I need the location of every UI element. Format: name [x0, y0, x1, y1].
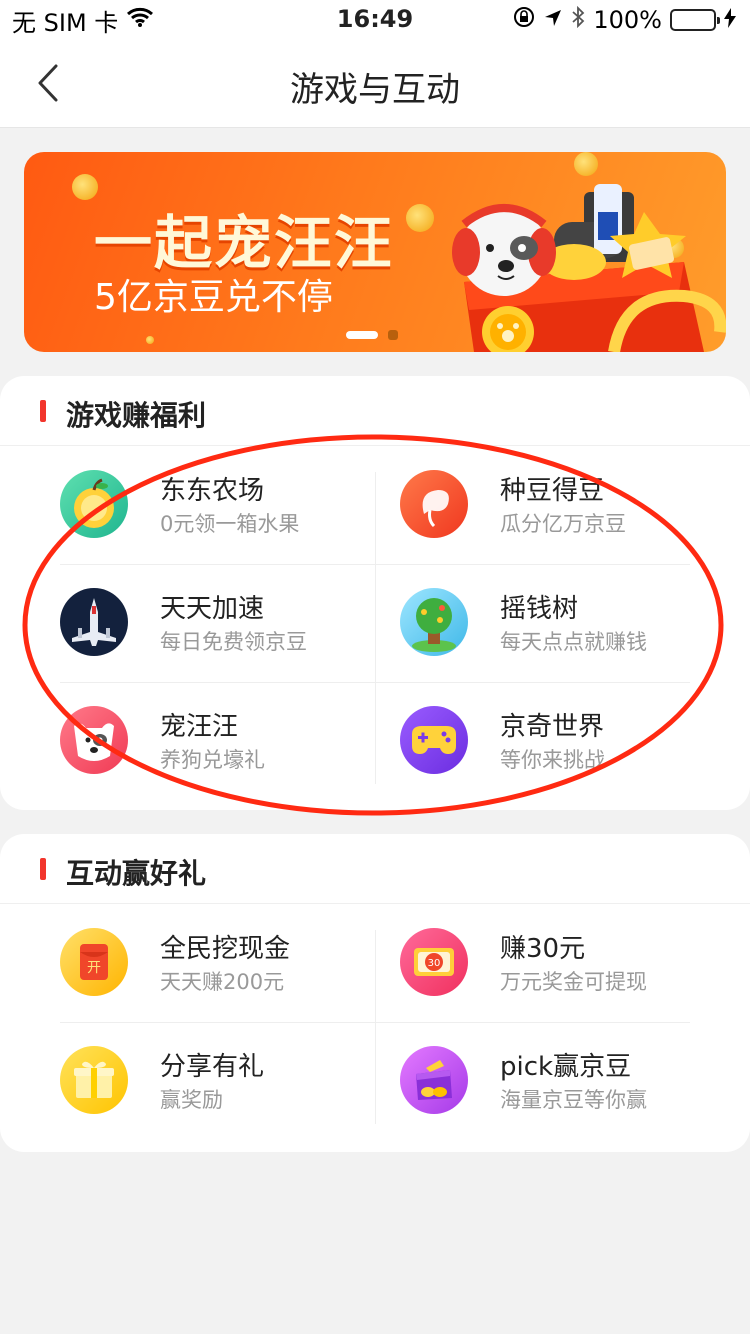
section-title: 游戏赚福利 [66, 399, 207, 432]
section-header: 游戏赚福利 [0, 376, 750, 446]
banner-subtitle: 5亿京豆兑不停 [94, 277, 333, 318]
section-header: 互动赢好礼 [0, 834, 750, 904]
game-item-farm[interactable]: 东东农场 0元领一箱水果 [60, 446, 375, 564]
interact-name: 分享有礼 [160, 1052, 265, 1082]
game-name: 京奇世界 [500, 712, 605, 742]
section-accent-bar [40, 400, 46, 422]
games-grid: 东东农场 0元领一箱水果 种豆得豆 瓜分亿万京豆 天天加速 每日免费领京豆 摇钱… [60, 446, 690, 800]
interact-name: pick赢京豆 [500, 1052, 632, 1082]
games-section: 游戏赚福利 东东农场 0元领一箱水果 种豆得豆 瓜分亿万京豆 天天加速 每日免费… [0, 376, 750, 810]
bluetooth-icon [571, 5, 585, 35]
gamepad-icon [400, 706, 468, 774]
coin-decoration [406, 204, 434, 232]
pagination-dot-active[interactable] [346, 331, 378, 339]
game-desc: 等你来挑战 [500, 748, 605, 772]
interact-item-pick[interactable]: pick赢京豆 海量京豆等你赢 [400, 1022, 715, 1140]
gift-icon [60, 1046, 128, 1114]
status-bar: 无 SIM 卡 100% [0, 0, 750, 40]
coupon-badge: 30 [428, 958, 441, 969]
interact-desc: 天天赚200元 [160, 970, 285, 994]
game-name: 摇钱树 [500, 594, 579, 624]
game-item-money-tree[interactable]: 摇钱树 每天点点就赚钱 [400, 564, 715, 682]
game-item-dog[interactable]: 宠汪汪 养狗兑壕礼 [60, 682, 375, 800]
charging-icon [724, 6, 736, 34]
game-name: 天天加速 [160, 594, 265, 624]
carrier-label: 无 SIM 卡 [12, 8, 119, 37]
wifi-icon [126, 6, 154, 34]
apple-icon [60, 470, 128, 538]
envelope-badge: 开 [87, 960, 101, 976]
battery-icon [670, 9, 720, 31]
chevron-left-icon [38, 64, 58, 102]
back-button[interactable] [26, 58, 76, 108]
promo-banner[interactable]: 一起宠汪汪 5亿京豆兑不停 [24, 152, 726, 352]
coupon-icon: 30 [400, 928, 468, 996]
plane-icon [60, 588, 128, 656]
money-tree-icon [400, 588, 468, 656]
grid-divider [375, 930, 376, 1124]
interact-item-share[interactable]: 分享有礼 赢奖励 [60, 1022, 375, 1140]
game-desc: 每日免费领京豆 [160, 630, 307, 654]
section-title: 互动赢好礼 [66, 857, 207, 890]
game-desc: 瓜分亿万京豆 [500, 512, 626, 536]
interact-name: 赚30元 [500, 934, 586, 964]
interact-item-earn30[interactable]: 30 赚30元 万元奖金可提现 [400, 904, 715, 1022]
interact-grid: 开 全民挖现金 天天赚200元 30 赚30元 万元奖金可提现 分享有礼 赢奖励… [60, 904, 690, 1142]
interact-desc: 赢奖励 [160, 1088, 223, 1112]
game-item-speed[interactable]: 天天加速 每日免费领京豆 [60, 564, 375, 682]
interact-section: 互动赢好礼 开 全民挖现金 天天赚200元 30 赚30元 万元奖金可提现 分享… [0, 834, 750, 1152]
game-desc: 0元领一箱水果 [160, 512, 300, 536]
battery-percent: 100% [593, 6, 662, 34]
game-name: 宠汪汪 [160, 712, 239, 742]
game-name: 种豆得豆 [500, 476, 605, 506]
pagination-dot[interactable] [388, 330, 398, 340]
grid-divider [375, 472, 376, 784]
game-desc: 养狗兑壕礼 [160, 748, 265, 772]
dog-icon [60, 706, 128, 774]
section-accent-bar [40, 858, 46, 880]
banner-pagination[interactable] [346, 330, 398, 340]
page-title: 游戏与互动 [290, 70, 460, 110]
interact-desc: 海量京豆等你赢 [500, 1088, 647, 1112]
location-icon [543, 6, 563, 34]
red-envelope-icon: 开 [60, 928, 128, 996]
coin-decoration [146, 336, 154, 344]
game-desc: 每天点点就赚钱 [500, 630, 647, 654]
interact-desc: 万元奖金可提现 [500, 970, 647, 994]
interact-name: 全民挖现金 [160, 934, 291, 964]
game-item-world[interactable]: 京奇世界 等你来挑战 [400, 682, 715, 800]
navigation-bar: 游戏与互动 [0, 40, 750, 128]
interact-item-dig-cash[interactable]: 开 全民挖现金 天天赚200元 [60, 904, 375, 1022]
gift-box-illustration [452, 184, 726, 352]
rotation-lock-icon [513, 6, 535, 34]
gift-box-icon [400, 1046, 468, 1114]
game-name: 东东农场 [160, 476, 265, 506]
game-item-bean[interactable]: 种豆得豆 瓜分亿万京豆 [400, 446, 715, 564]
bean-sprout-icon [400, 470, 468, 538]
